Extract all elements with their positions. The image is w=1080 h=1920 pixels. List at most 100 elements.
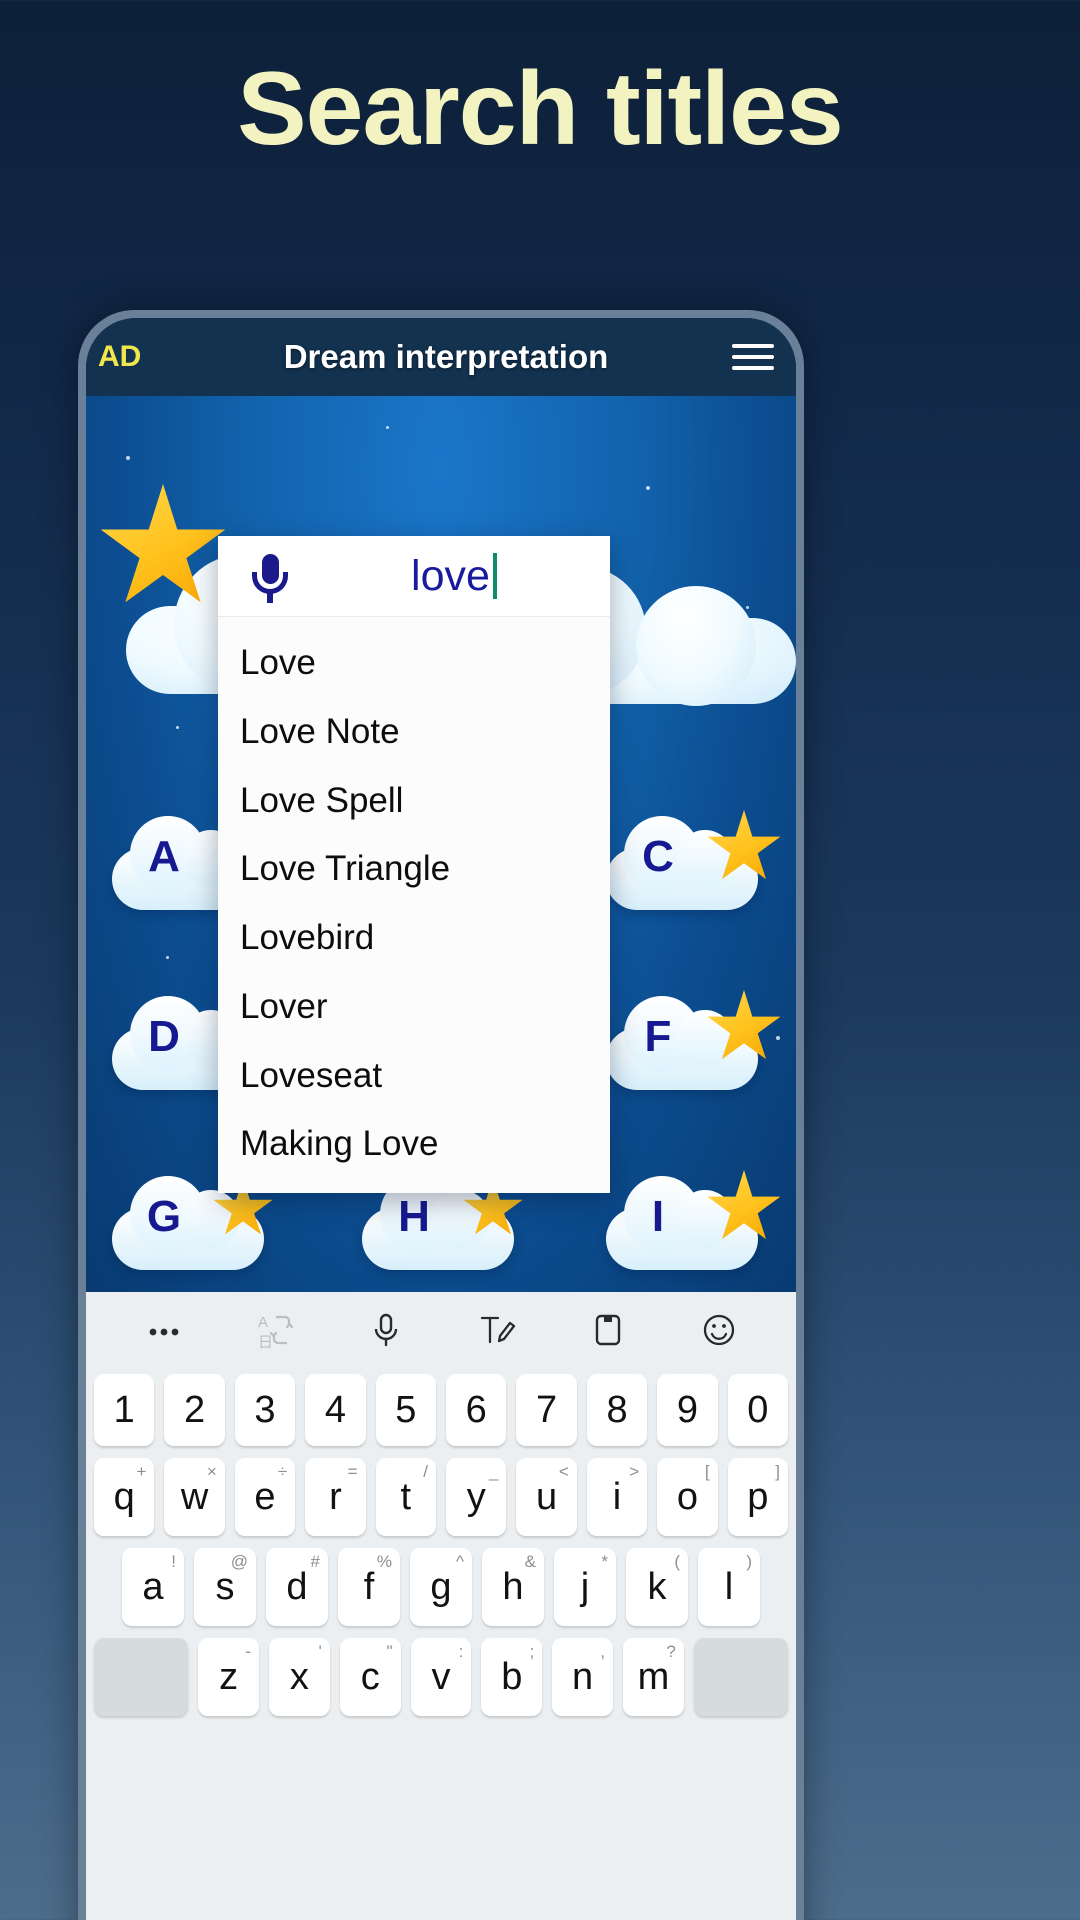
key[interactable]: 2 bbox=[164, 1374, 225, 1446]
letter-cloud-label: H bbox=[398, 1192, 430, 1241]
key[interactable]: @ s bbox=[194, 1548, 256, 1626]
keyboard-rows: 1 2 3 4 5 6 7 8 9 0 +q ×w ÷e =r /t bbox=[86, 1368, 796, 1716]
key[interactable]: (k bbox=[626, 1548, 688, 1626]
search-input[interactable]: love bbox=[411, 552, 490, 601]
list-item[interactable]: Love Spell bbox=[218, 767, 610, 836]
key[interactable]: 0 bbox=[727, 1374, 789, 1446]
key-label: d bbox=[286, 1565, 308, 1608]
key[interactable]: 4 bbox=[305, 1374, 366, 1446]
key[interactable]: + q bbox=[93, 1458, 155, 1536]
more-options-icon[interactable] bbox=[133, 1299, 195, 1361]
key[interactable]: 1 bbox=[93, 1374, 155, 1446]
key-sup: ' bbox=[318, 1642, 322, 1661]
key-sup: < bbox=[558, 1462, 569, 1481]
asdf-row: ! a @ s # d % f ^ g & h * j (k ) l bbox=[94, 1548, 788, 1626]
key-sup: [ bbox=[704, 1462, 710, 1481]
shift-key[interactable] bbox=[94, 1638, 189, 1716]
key-sup: " bbox=[386, 1642, 393, 1661]
list-item[interactable]: Lover bbox=[218, 973, 610, 1042]
key-label: u bbox=[536, 1475, 558, 1518]
handwriting-icon[interactable] bbox=[466, 1299, 528, 1361]
key[interactable]: ÷ e bbox=[234, 1458, 296, 1536]
key-label: y bbox=[466, 1475, 486, 1518]
key[interactable]: ? m bbox=[623, 1638, 684, 1716]
list-item[interactable]: Making Love bbox=[218, 1110, 610, 1179]
list-item[interactable]: Love Triangle bbox=[218, 835, 610, 904]
key-label: g bbox=[430, 1565, 452, 1608]
key[interactable]: & h bbox=[482, 1548, 544, 1626]
key-sup: * bbox=[601, 1552, 608, 1571]
voice-input-icon[interactable] bbox=[355, 1299, 417, 1361]
list-item[interactable]: Lovebird bbox=[218, 904, 610, 973]
letter-cloud-i[interactable]: I bbox=[598, 1166, 781, 1270]
key-sup: - bbox=[245, 1642, 251, 1661]
key-label: v bbox=[431, 1655, 451, 1698]
key[interactable]: " c bbox=[339, 1638, 401, 1716]
key[interactable]: 9 bbox=[657, 1374, 718, 1446]
key-sup: @ bbox=[230, 1552, 248, 1571]
zxcv-row: -z ' x " c :v ; b ,n ? m bbox=[94, 1638, 788, 1716]
key[interactable]: 3 bbox=[234, 1374, 296, 1446]
key-label: o bbox=[676, 1475, 698, 1518]
key[interactable]: 6 bbox=[446, 1374, 507, 1446]
search-overlay: love Love Love Note Love Spell Love Tria… bbox=[218, 536, 610, 1193]
phone-screen: AD Dream interpretation ✦ ✦ bbox=[86, 318, 796, 1920]
key-label: t bbox=[400, 1475, 412, 1518]
key-sup: ? bbox=[666, 1642, 676, 1661]
key[interactable]: _ y bbox=[446, 1458, 507, 1536]
list-item[interactable]: Love bbox=[218, 629, 610, 698]
key-label: 7 bbox=[536, 1388, 558, 1431]
phone-mockup-frame: AD Dream interpretation ✦ ✦ bbox=[78, 310, 804, 1920]
key-sup: ] bbox=[775, 1462, 781, 1481]
translate-icon[interactable]: A 日 bbox=[244, 1299, 306, 1361]
letter-cloud-f[interactable]: F bbox=[598, 986, 781, 1090]
key[interactable]: 5 bbox=[375, 1374, 436, 1446]
key[interactable]: -z bbox=[198, 1638, 259, 1716]
letter-cloud-label: I bbox=[651, 1192, 665, 1241]
key[interactable]: > i bbox=[586, 1458, 648, 1536]
key[interactable]: ] p bbox=[727, 1458, 789, 1536]
key[interactable]: :v bbox=[410, 1638, 472, 1716]
key-sup: > bbox=[629, 1462, 640, 1481]
key[interactable]: # d bbox=[266, 1548, 328, 1626]
svg-text:A: A bbox=[258, 1314, 268, 1331]
key[interactable]: ! a bbox=[122, 1548, 184, 1626]
svg-text:日: 日 bbox=[258, 1334, 273, 1351]
key-label: 2 bbox=[184, 1388, 206, 1431]
key-sup: % bbox=[376, 1552, 392, 1571]
key[interactable]: / t bbox=[375, 1458, 436, 1536]
key-label: 0 bbox=[747, 1388, 769, 1431]
key[interactable]: % f bbox=[338, 1548, 400, 1626]
key-label: 1 bbox=[113, 1388, 135, 1431]
text-caret bbox=[492, 553, 497, 599]
clipboard-icon[interactable] bbox=[577, 1299, 639, 1361]
key[interactable]: 7 bbox=[516, 1374, 577, 1446]
key-sup: ) bbox=[746, 1552, 752, 1571]
key[interactable]: ' x bbox=[268, 1638, 330, 1716]
emoji-icon[interactable] bbox=[688, 1299, 750, 1361]
key-label: n bbox=[572, 1655, 594, 1698]
key[interactable]: [o bbox=[657, 1458, 718, 1536]
key[interactable]: ) l bbox=[698, 1548, 760, 1626]
key-sup: # bbox=[310, 1552, 320, 1571]
hamburger-menu-icon[interactable] bbox=[704, 344, 774, 370]
key[interactable]: 8 bbox=[586, 1374, 648, 1446]
key-label: l bbox=[724, 1565, 734, 1608]
key-label: r bbox=[329, 1475, 342, 1518]
microphone-icon[interactable] bbox=[244, 550, 296, 603]
list-item[interactable]: Loveseat bbox=[218, 1042, 610, 1111]
backspace-key[interactable] bbox=[693, 1638, 788, 1716]
key[interactable]: ,n bbox=[552, 1638, 614, 1716]
search-bar[interactable]: love bbox=[218, 536, 610, 616]
star-dot bbox=[646, 486, 650, 490]
list-item[interactable]: Love Note bbox=[218, 698, 610, 767]
key-label: x bbox=[289, 1655, 309, 1698]
star-dot bbox=[166, 956, 169, 959]
letter-cloud-c[interactable]: C bbox=[598, 806, 781, 910]
key[interactable]: ; b bbox=[481, 1638, 543, 1716]
key[interactable]: × w bbox=[164, 1458, 225, 1536]
key[interactable]: * j bbox=[554, 1548, 616, 1626]
key[interactable]: < u bbox=[516, 1458, 577, 1536]
key[interactable]: ^ g bbox=[410, 1548, 472, 1626]
key[interactable]: = r bbox=[305, 1458, 366, 1536]
